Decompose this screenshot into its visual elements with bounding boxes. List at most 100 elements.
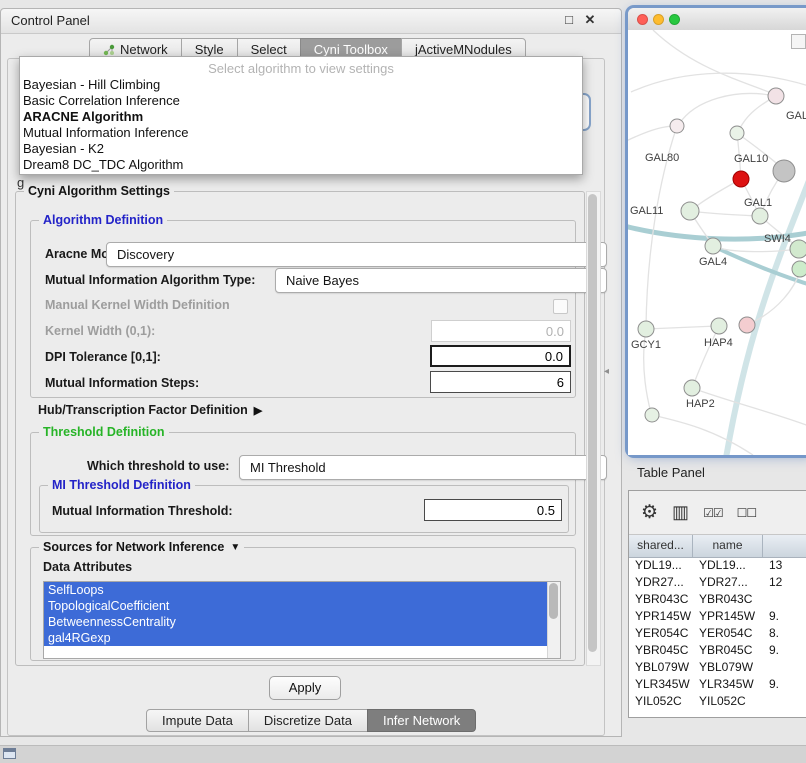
table-toolbar: ⚙ ▥ ☑☑ ☐☐ [629, 491, 806, 535]
algorithm-menu-item[interactable]: Basic Correlation Inference [20, 93, 582, 109]
table-row[interactable]: YDL19...YDL19...13 [629, 557, 806, 574]
sources-group-title-row[interactable]: Sources for Network Inference ▼ [39, 540, 244, 554]
algorithm-menu-item[interactable]: Mutual Information Inference [20, 125, 582, 141]
network-node[interactable] [768, 88, 784, 104]
control-panel-window: Control Panel □ ✕ NetworkStyleSelectCyni… [0, 8, 622, 737]
splitter-collapse-icon[interactable]: ◂ [604, 366, 609, 377]
table-cell: 12 [763, 574, 806, 591]
tab-impute-data[interactable]: Impute Data [146, 709, 249, 732]
table-row[interactable]: YLR345WYLR345W9. [629, 676, 806, 693]
which-threshold-label: Which threshold to use: [87, 459, 229, 473]
network-node[interactable] [733, 171, 749, 187]
network-node-label: SWI4 [764, 233, 791, 245]
data-attribute-item[interactable]: BetweennessCentrality [44, 614, 549, 630]
network-edge[interactable] [653, 30, 774, 94]
table-row[interactable]: YBR043CYBR043C [629, 591, 806, 608]
table-row[interactable]: YDR27...YDR27...12 [629, 574, 806, 591]
taskbar-window-icon[interactable] [3, 748, 16, 759]
hide-columns-icon[interactable]: ☐☐ [737, 506, 757, 520]
network-edge[interactable] [679, 94, 776, 124]
birdseye-toggle[interactable] [791, 34, 806, 49]
hub-definition-disclosure[interactable]: Hub/Transcription Factor Definition ▶ [38, 403, 262, 417]
aracne-mode-select[interactable]: Discovery ▴▾ [106, 242, 607, 267]
network-node[interactable] [792, 261, 806, 277]
network-canvas[interactable]: GALGAL80GAL10GAL11GAL1SWI4GAL4GCY1HAP4HA… [628, 30, 806, 455]
mac-close-icon[interactable] [637, 14, 648, 25]
table-cell: YBR043C [629, 591, 693, 608]
algorithm-menu-item[interactable]: ARACNE Algorithm [20, 109, 582, 125]
mi-threshold-field[interactable] [424, 499, 562, 521]
algorithm-menu-placeholder: Select algorithm to view settings [20, 60, 582, 77]
network-edge[interactable] [693, 326, 719, 386]
bottom-tabs: Impute DataDiscretize DataInfer Network [146, 709, 476, 732]
network-edge[interactable] [646, 326, 717, 329]
table-cell: YER054C [629, 625, 693, 642]
column-chooser-icon[interactable]: ▥ [672, 502, 689, 523]
network-node[interactable] [645, 408, 659, 422]
obscured-label-fragment: g [17, 175, 24, 190]
network-node[interactable] [670, 119, 684, 133]
mi-algorithm-type-select[interactable]: Naive Bayes ▴▾ [275, 268, 607, 293]
network-edge[interactable] [690, 211, 758, 216]
float-window-icon[interactable]: □ [561, 12, 577, 28]
network-node[interactable] [790, 240, 806, 258]
column-header[interactable]: name [693, 535, 763, 557]
apply-button[interactable]: Apply [269, 676, 341, 700]
which-threshold-select[interactable]: MI Threshold ▴▾ [239, 455, 607, 480]
control-panel-titlebar[interactable]: Control Panel □ ✕ [1, 9, 621, 34]
select-all-columns-icon[interactable]: ☑☑ [703, 506, 723, 520]
network-node-label: HAP4 [704, 337, 733, 349]
table-row[interactable]: YIL052CYIL052C [629, 693, 806, 710]
network-window-titlebar[interactable] [628, 8, 806, 31]
table-cell [763, 659, 806, 676]
network-icon [103, 44, 115, 56]
network-node[interactable] [638, 321, 654, 337]
settings-gear-icon[interactable]: ⚙ [641, 501, 658, 524]
table-cell: YLR345W [693, 676, 763, 693]
table-row[interactable]: YER054CYER054C8. [629, 625, 806, 642]
tab-infer-network[interactable]: Infer Network [367, 709, 476, 732]
column-header[interactable] [763, 535, 806, 557]
table-cell: YBR043C [693, 591, 763, 608]
mi-threshold-definition-title: MI Threshold Definition [48, 478, 195, 492]
network-node[interactable] [711, 318, 727, 334]
table-row[interactable]: YPR145WYPR145W9. [629, 608, 806, 625]
column-header[interactable]: shared... [629, 535, 693, 557]
algorithm-dropdown-menu: Select algorithm to view settings Bayesi… [19, 56, 583, 175]
network-node[interactable] [773, 160, 795, 182]
scrollbar-thumb[interactable] [549, 583, 558, 619]
mac-zoom-icon[interactable] [669, 14, 680, 25]
manual-kernel-width-checkbox[interactable] [553, 299, 568, 314]
algorithm-menu-item[interactable]: Bayesian - K2 [20, 141, 582, 157]
tab-discretize-data[interactable]: Discretize Data [248, 709, 368, 732]
algorithm-menu-item[interactable]: Dream8 DC_TDC Algorithm [20, 157, 582, 173]
data-attribute-item[interactable]: SelfLoops [44, 582, 549, 598]
network-node[interactable] [730, 126, 744, 140]
network-node[interactable] [752, 208, 768, 224]
footer-strip [0, 745, 806, 763]
scrollbar-thumb[interactable] [588, 194, 597, 652]
mi-steps-field[interactable] [430, 371, 571, 393]
dpi-tolerance-label: DPI Tolerance [0,1]: [45, 350, 161, 364]
network-node[interactable] [705, 238, 721, 254]
close-icon[interactable]: ✕ [582, 12, 598, 28]
network-edge[interactable] [628, 126, 675, 142]
algorithm-menu-items: Bayesian - Hill ClimbingBasic Correlatio… [20, 77, 582, 173]
attribute-list-scrollbar[interactable] [547, 582, 560, 658]
mac-minimize-icon[interactable] [653, 14, 664, 25]
network-node[interactable] [684, 380, 700, 396]
table-row[interactable]: YBL079WYBL079W [629, 659, 806, 676]
algorithm-menu-item[interactable]: Bayesian - Hill Climbing [20, 77, 582, 93]
table-row[interactable]: YBR045CYBR045C9. [629, 642, 806, 659]
hub-definition-label: Hub/Transcription Factor Definition [38, 403, 248, 417]
settings-scrollbar[interactable] [586, 191, 601, 666]
aracne-mode-value: Discovery [117, 247, 174, 262]
table-cell: YBR045C [693, 642, 763, 659]
data-attribute-item[interactable]: TopologicalCoefficient [44, 598, 549, 614]
data-attributes-list[interactable]: SelfLoopsTopologicalCoefficientBetweenne… [43, 581, 561, 659]
network-node[interactable] [681, 202, 699, 220]
network-node[interactable] [739, 317, 755, 333]
dpi-tolerance-field[interactable] [430, 345, 571, 367]
network-edge[interactable] [652, 415, 753, 455]
data-attribute-item[interactable]: gal4RGexp [44, 630, 549, 646]
